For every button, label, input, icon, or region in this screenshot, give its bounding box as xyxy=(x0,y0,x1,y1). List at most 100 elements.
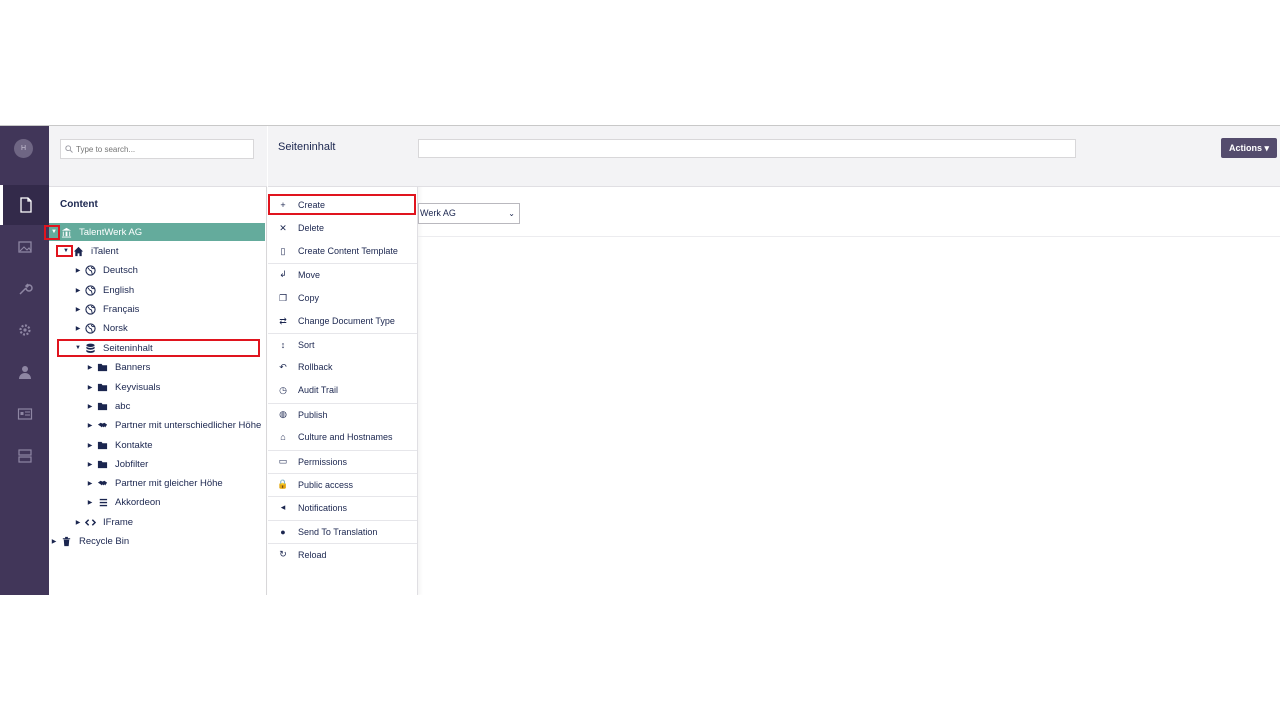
tree-node-label: TalentWerk AG xyxy=(79,226,143,238)
actions-button[interactable]: Actions ▾ xyxy=(1221,138,1277,158)
tree-node-label: abc xyxy=(115,400,131,412)
chevron-down-icon: ⌄ xyxy=(508,209,515,218)
tree-node-deutsch[interactable]: ▶ Deutsch xyxy=(73,261,138,279)
tree-node-partner-unterschiedlich[interactable]: ▶ Partner mit unterschiedlicher Höhe xyxy=(85,416,262,434)
menu-item-label: Delete xyxy=(298,223,325,233)
highlight-caret-italent xyxy=(56,245,73,257)
menu-item-label: Reload xyxy=(298,549,327,560)
menu-item-culture-hostnames[interactable]: ⌂ Culture and Hostnames xyxy=(268,426,417,448)
menu-item-move[interactable]: ↲ Move xyxy=(268,263,417,285)
folder-icon xyxy=(95,439,109,451)
menu-item-label: Change Document Type xyxy=(298,316,395,326)
backoffice-frame: H Content ▼ T xyxy=(0,125,1280,595)
tree-node-akkordeon[interactable]: ▶ Akkordeon xyxy=(85,493,161,511)
menu-item-label: Create Content Template xyxy=(298,246,398,256)
menu-item-audit-trail[interactable]: ◷ Audit Trail xyxy=(268,379,417,401)
chat-bubble-icon: ● xyxy=(280,526,286,537)
caret-right-icon[interactable]: ▶ xyxy=(73,519,83,526)
menu-item-create-content-template[interactable]: ▯ Create Content Template xyxy=(268,240,417,262)
globe-icon xyxy=(83,322,97,334)
permissions-icon: ▭ xyxy=(278,456,288,466)
tree-node-talentwerk[interactable]: ▼ TalentWerk AG xyxy=(49,223,265,241)
tree-node-norsk[interactable]: ▶ Norsk xyxy=(73,319,128,337)
tree-node-label: Keyvisuals xyxy=(115,381,161,393)
tree-node-label: Akkordeon xyxy=(115,496,161,508)
search-input[interactable] xyxy=(60,139,254,159)
menu-title: Seiteninhalt xyxy=(278,141,336,153)
menu-item-notifications[interactable]: ◂ Notifications xyxy=(268,496,417,518)
caret-right-icon[interactable]: ▶ xyxy=(85,403,95,410)
tree-node-kontakte[interactable]: ▶ Kontakte xyxy=(85,436,153,454)
tree-node-iframe[interactable]: ▶ IFrame xyxy=(73,513,133,531)
menu-item-reload[interactable]: ↻ Reload xyxy=(268,543,417,565)
folder-icon xyxy=(95,361,109,373)
tree-node-francais[interactable]: ▶ Français xyxy=(73,300,140,318)
clock-icon: ◷ xyxy=(279,384,287,395)
globe-icon xyxy=(83,264,97,276)
culture-select[interactable]: Werk AG ⌄ xyxy=(418,203,520,224)
tree-node-label: Norsk xyxy=(103,322,128,334)
tree-node-abc[interactable]: ▶ abc xyxy=(85,397,131,415)
node-name-input[interactable] xyxy=(418,139,1076,158)
list-icon xyxy=(95,496,109,508)
actions-menu: Seiteninhalt + Create ✕ Delete ▯ Create Con… xyxy=(268,126,418,595)
caret-right-icon[interactable]: ▶ xyxy=(73,306,83,313)
highlight-create xyxy=(268,194,416,215)
caret-right-icon[interactable]: ▶ xyxy=(73,325,83,332)
members-card-icon[interactable] xyxy=(0,394,49,434)
tree-node-partner-gleich[interactable]: ▶ Partner mit gleicher Höhe xyxy=(85,474,223,492)
handshake-icon xyxy=(95,419,109,431)
tree-node-banners[interactable]: ▶ Banners xyxy=(85,358,151,376)
tree-title: Content xyxy=(60,199,98,210)
code-icon xyxy=(83,516,97,528)
folder-icon xyxy=(95,400,109,412)
tree-node-label: Français xyxy=(103,303,140,315)
megaphone-icon: ◂ xyxy=(280,502,286,512)
menu-item-sort[interactable]: ↕ Sort xyxy=(268,333,417,355)
culture-select-value: Werk AG xyxy=(420,208,456,218)
caret-right-icon[interactable]: ▶ xyxy=(85,461,95,468)
globe-icon xyxy=(83,303,97,315)
caret-right-icon[interactable]: ▶ xyxy=(85,364,95,371)
menu-item-delete[interactable]: ✕ Delete xyxy=(268,217,417,239)
avatar[interactable]: H xyxy=(14,139,33,158)
menu-item-copy[interactable]: ❐ Copy xyxy=(268,287,417,309)
tree-node-recycle-bin[interactable]: ▶ Recycle Bin xyxy=(49,532,129,550)
content-section-icon[interactable] xyxy=(0,185,49,225)
tree-node-label: Partner mit gleicher Höhe xyxy=(115,477,223,489)
reload-icon: ↻ xyxy=(279,549,287,559)
caret-right-icon[interactable]: ▶ xyxy=(85,384,95,391)
tree-node-label: Kontakte xyxy=(115,439,153,451)
caret-right-icon[interactable]: ▶ xyxy=(85,499,95,506)
caret-right-icon[interactable]: ▶ xyxy=(73,287,83,294)
gear-icon[interactable] xyxy=(0,310,49,350)
user-icon[interactable] xyxy=(0,352,49,392)
tree-node-label: Partner mit unterschiedlicher Höhe xyxy=(115,419,262,431)
caret-right-icon[interactable]: ▶ xyxy=(85,442,95,449)
tree-node-keyvisuals[interactable]: ▶ Keyvisuals xyxy=(85,378,161,396)
forms-icon[interactable] xyxy=(0,436,49,476)
handshake-icon xyxy=(95,477,109,489)
tree-node-label: English xyxy=(103,284,135,296)
caret-right-icon[interactable]: ▶ xyxy=(85,480,95,487)
globe-icon xyxy=(83,284,97,296)
menu-item-change-document-type[interactable]: ⇄ Change Document Type xyxy=(268,310,417,332)
menu-item-permissions[interactable]: ▭ Permissions xyxy=(268,450,417,472)
lock-icon: 🔒 xyxy=(277,479,289,489)
caret-right-icon[interactable]: ▶ xyxy=(73,267,83,274)
media-section-icon[interactable] xyxy=(0,227,49,267)
document-icon: ▯ xyxy=(280,245,286,256)
menu-item-rollback[interactable]: ↶ Rollback xyxy=(268,356,417,378)
caret-right-icon[interactable]: ▶ xyxy=(49,538,59,545)
menu-item-publish[interactable]: ◍ Publish xyxy=(268,403,417,425)
tree-node-jobfilter[interactable]: ▶ Jobfilter xyxy=(85,455,149,473)
folder-icon xyxy=(95,381,109,393)
bank-icon xyxy=(59,226,73,238)
settings-wrench-icon[interactable] xyxy=(0,269,49,309)
menu-item-label: Publish xyxy=(298,409,328,420)
menu-item-public-access[interactable]: 🔒 Public access xyxy=(268,473,417,495)
tree-node-english[interactable]: ▶ English xyxy=(73,281,134,299)
caret-right-icon[interactable]: ▶ xyxy=(85,422,95,429)
menu-item-send-to-translation[interactable]: ● Send To Translation xyxy=(268,520,417,542)
copy-icon: ❐ xyxy=(278,292,288,303)
